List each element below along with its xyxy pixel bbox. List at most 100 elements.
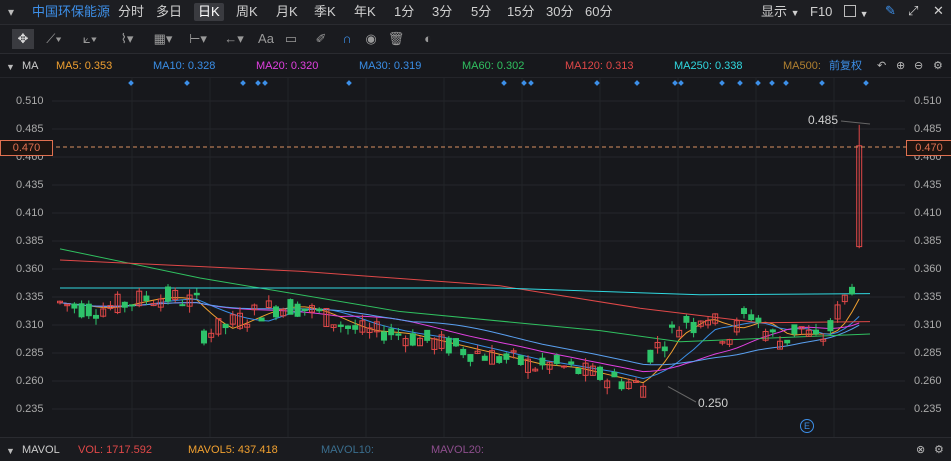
tab-multiday[interactable]: 多日 — [156, 4, 182, 20]
candle-body — [395, 333, 402, 336]
display-menu[interactable]: 显示 ▼ — [761, 4, 800, 21]
candle-body — [287, 299, 294, 315]
adjust-button[interactable]: 前复权 — [829, 59, 862, 73]
fib-icon[interactable]: ▦▾ — [148, 29, 178, 49]
candle-body — [352, 325, 359, 330]
vol-settings-icon[interactable]: ⚙ — [934, 443, 944, 457]
move-icon[interactable]: ✥ — [12, 29, 34, 49]
candle-body — [143, 295, 150, 302]
candle-body — [301, 308, 308, 312]
candle-body — [258, 317, 265, 322]
collapse-icon[interactable]: ▾ — [4, 5, 18, 19]
tab-daily-k[interactable]: 日K — [194, 3, 224, 21]
ma120-value: MA120: 0.313 — [565, 60, 634, 72]
ray-icon[interactable]: ⟀▾ — [76, 29, 104, 49]
magnet-icon[interactable]: ∩ — [338, 29, 356, 49]
line-icon[interactable]: ⟋▾ — [40, 29, 68, 49]
candle-body — [222, 323, 229, 329]
candle-body — [827, 320, 834, 332]
y-tick-label: 0.310 — [16, 319, 44, 331]
range-icon[interactable]: ⊢▾ — [184, 29, 212, 49]
high-leader-line — [840, 120, 871, 125]
trash-icon[interactable]: 🗑 — [387, 29, 405, 49]
y-tick-label: 0.385 — [16, 235, 44, 247]
candle-body — [553, 355, 560, 364]
pen-icon[interactable]: ✐ — [312, 29, 330, 49]
y-tick-label: 0.385 — [914, 235, 942, 247]
y-tick-label: 0.410 — [16, 207, 44, 219]
mavol-label[interactable]: MAVOL — [22, 443, 60, 457]
checkbox-menu[interactable]: ▼ — [844, 5, 869, 22]
candle-body — [273, 306, 279, 318]
arrow-icon[interactable]: ←▾ — [220, 29, 248, 49]
event-marker-icon — [594, 80, 600, 86]
tab-15min[interactable]: 15分 — [507, 4, 534, 20]
ma20-line — [59, 302, 860, 373]
y-tick-label: 0.235 — [16, 403, 44, 415]
candle-body — [345, 325, 351, 329]
event-marker-icon — [678, 80, 684, 86]
settings-icon[interactable]: ⚙ — [933, 59, 943, 73]
drawing-toolbar: ✥ ⟋▾ ⟀▾ ⌇▾ ▦▾ ⊢▾ ←▾ Aa ▭ ✐ ∩ ◉ 🗑 ◐ — [0, 25, 951, 54]
tab-3min[interactable]: 3分 — [432, 4, 452, 20]
y-tick-label: 0.435 — [914, 179, 942, 191]
comment-icon[interactable]: ▭ — [282, 29, 300, 49]
stock-name[interactable]: 中国环保能源 — [32, 4, 110, 20]
candle-body — [460, 348, 467, 356]
candlestick-chart[interactable] — [0, 78, 951, 437]
ma60-line — [59, 248, 871, 343]
collapse-ma-icon[interactable]: ▼ — [6, 60, 15, 74]
candle-body — [791, 324, 798, 335]
draw-pen-icon[interactable]: ✎ — [885, 3, 896, 19]
candle-body — [503, 353, 510, 360]
volume-indicator-row: ▼ MAVOL VOL: 1717.592 MAVOL5: 437.418 MA… — [0, 437, 951, 461]
ma-label[interactable]: MA — [22, 59, 39, 73]
add-icon[interactable]: ⊕ — [896, 59, 905, 73]
wave-icon[interactable]: ⌇▾ — [112, 29, 142, 49]
tab-weekly-k[interactable]: 周K — [236, 4, 258, 20]
tab-5min[interactable]: 5分 — [471, 4, 491, 20]
tab-intraday[interactable]: 分时 — [118, 4, 144, 20]
y-tick-label: 0.435 — [16, 179, 44, 191]
ma500-value: MA500: — [783, 60, 821, 72]
event-marker-icon — [184, 80, 190, 86]
event-marker-icon — [863, 80, 869, 86]
candle-body — [294, 303, 301, 317]
tab-quarterly-k[interactable]: 季K — [314, 4, 336, 20]
tab-monthly-k[interactable]: 月K — [276, 4, 298, 20]
tab-1min[interactable]: 1分 — [394, 4, 414, 20]
candle-body — [409, 333, 416, 346]
y-tick-label: 0.285 — [914, 347, 942, 359]
close-vol-icon[interactable]: ⊗ — [916, 443, 925, 457]
candle-body — [517, 355, 524, 365]
candle-body — [93, 314, 99, 319]
event-e-icon[interactable]: E — [800, 419, 814, 433]
collapse-vol-icon[interactable]: ▼ — [6, 444, 15, 458]
candle-body — [669, 324, 675, 328]
tab-30min[interactable]: 30分 — [546, 4, 573, 20]
candle-body — [71, 303, 78, 309]
candle-body — [496, 356, 503, 363]
expand-icon[interactable]: ⤢ — [908, 3, 918, 19]
toggle-icon[interactable]: ◐ — [418, 29, 438, 49]
y-tick-label: 0.260 — [16, 375, 44, 387]
tab-60min[interactable]: 60分 — [585, 4, 612, 20]
close-icon[interactable]: ✕ — [933, 3, 944, 19]
remove-icon[interactable]: ⊖ — [914, 59, 923, 73]
candle-body — [381, 331, 387, 341]
candle-body — [179, 304, 186, 307]
eye-icon[interactable]: ◉ — [362, 29, 380, 49]
y-tick-label: 0.260 — [914, 375, 942, 387]
candle-body — [769, 329, 776, 333]
f10-button[interactable]: F10 — [810, 4, 832, 20]
display-label: 显示 — [761, 4, 788, 19]
tab-yearly-k[interactable]: 年K — [354, 4, 376, 20]
undo-icon[interactable]: ↶ — [877, 59, 886, 73]
candle-body — [618, 381, 625, 390]
event-marker-icon — [240, 80, 246, 86]
candle-body — [129, 304, 135, 307]
y-tick-label: 0.410 — [914, 207, 942, 219]
text-icon[interactable]: Aa — [256, 29, 276, 49]
ma250-line — [60, 287, 871, 296]
candle-body — [78, 303, 85, 318]
